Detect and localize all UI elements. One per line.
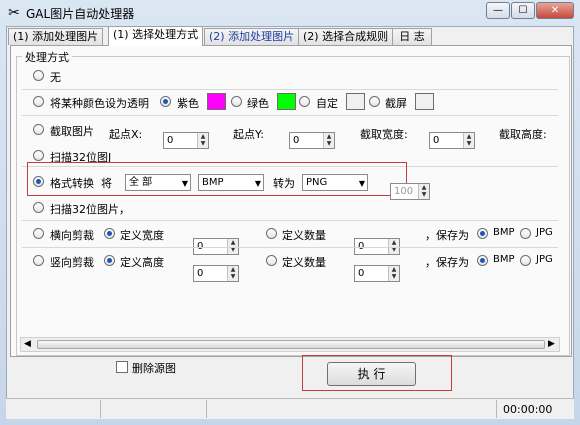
radio-jpg-v[interactable] [520,255,531,266]
window-title: GAL图片自动处理器 [26,7,135,21]
label-custom: 自定 [316,97,338,110]
radio-def-count-v[interactable] [266,255,277,266]
start-x-spinner[interactable]: 0 ▲ ▼ [163,132,209,149]
label-crop-height: 截取高度: [499,128,547,141]
tab-add-images-1[interactable]: (1) 添加处理图片 [8,28,104,45]
radio-custom[interactable] [299,96,310,107]
label-crop-width: 截取宽度: [360,128,408,141]
radio-transparent[interactable] [33,96,44,107]
delete-source-checkbox[interactable] [116,361,128,373]
radio-scan32[interactable] [33,150,44,161]
label-format-convert: 格式转换 [50,177,94,190]
tab-log[interactable]: 日 志 [392,28,432,45]
label-bmp-h: BMP [493,227,515,238]
radio-crop[interactable] [33,124,44,135]
radio-def-height[interactable] [104,255,115,266]
divider [22,115,558,116]
label-jpg-v: JPG [536,254,553,265]
divider [22,89,558,90]
close-button[interactable]: ✕ [536,2,574,19]
swatch-green[interactable] [277,93,296,110]
radio-def-width[interactable] [104,228,115,239]
delete-source-label: 删除源图 [132,362,176,375]
radio-def-count-h[interactable] [266,228,277,239]
label-scan32-b: 扫描32位图片， [50,203,130,216]
label-save-as-h: ，保存为 [425,229,469,242]
swatch-purple[interactable] [207,93,226,110]
label-jiang: 将 [101,177,112,190]
radio-scan32-b[interactable] [33,202,44,213]
horizontal-scrollbar[interactable]: ◀ ▶ [20,337,560,352]
label-none: 无 [50,71,61,84]
def-height-spinner[interactable]: 0 ▲ ▼ [193,265,239,282]
scroll-left-icon[interactable]: ◀ [24,338,31,351]
label-def-height: 定义高度 [120,256,164,269]
swatch-custom[interactable] [346,93,365,110]
label-start-y: 起点Y: [233,128,264,141]
label-bmp-v: BMP [493,254,515,265]
label-purple: 紫色 [177,97,199,110]
from-format-select[interactable]: BMP ▼ [198,174,264,191]
label-crop: 截取图片 [50,125,94,138]
radio-green[interactable] [231,96,242,107]
minimize-button[interactable]: — [486,2,510,19]
label-screen: 截屏 [385,97,407,110]
radio-bmp-v[interactable] [477,255,488,266]
scroll-right-icon[interactable]: ▶ [548,338,555,351]
scroll-thumb[interactable] [37,340,545,349]
status-divider [100,400,101,418]
divider [22,220,558,221]
radio-bmp-h[interactable] [477,228,488,239]
radio-vcut[interactable] [33,255,44,266]
start-y-spinner[interactable]: 0 ▲ ▼ [289,132,335,149]
status-time: 00:00:00 [503,403,553,416]
label-hcut: 横向剪裁 [50,229,94,242]
label-vcut: 竖向剪裁 [50,256,94,269]
scope-select[interactable]: 全 部 ▼ [125,174,191,191]
scissors-icon: ✂ [8,5,20,21]
label-transparent: 将某种颜色设为透明 [50,97,149,110]
label-def-count-h: 定义数量 [282,229,326,242]
to-format-select[interactable]: PNG ▼ [302,174,368,191]
def-count-v-spinner[interactable]: 0 ▲ ▼ [354,265,400,282]
radio-screen[interactable] [369,96,380,107]
label-jpg-h: JPG [536,227,553,238]
quality-spinner[interactable]: 100 ▲ ▼ [390,183,430,200]
label-save-as-v: ，保存为 [425,256,469,269]
group-label: 处理方式 [22,49,72,65]
swatch-screen[interactable] [415,93,434,110]
tab-add-images-2[interactable]: (2) 添加处理图片 [204,28,300,45]
tab-compose-rules[interactable]: (2) 选择合成规则 [298,28,394,45]
status-bar [6,398,574,419]
maximize-button[interactable]: ☐ [511,2,535,19]
title-bar: ✂ GAL图片自动处理器 — ☐ ✕ [0,0,580,25]
radio-jpg-h[interactable] [520,228,531,239]
radio-none[interactable] [33,70,44,81]
divider [22,247,558,248]
label-green: 绿色 [247,97,269,110]
status-divider [206,400,207,418]
label-def-count-v: 定义数量 [282,256,326,269]
radio-purple[interactable] [160,96,171,107]
label-to: 转为 [273,177,295,190]
label-def-width: 定义宽度 [120,229,164,242]
crop-width-spinner[interactable]: 0 ▲ ▼ [429,132,475,149]
radio-format-convert[interactable] [33,176,44,187]
execute-button[interactable]: 执 行 [327,362,416,386]
radio-hcut[interactable] [33,228,44,239]
tab-select-processing[interactable]: (1) 选择处理方式 [108,26,204,46]
status-divider [496,400,497,418]
label-start-x: 起点X: [109,128,143,141]
